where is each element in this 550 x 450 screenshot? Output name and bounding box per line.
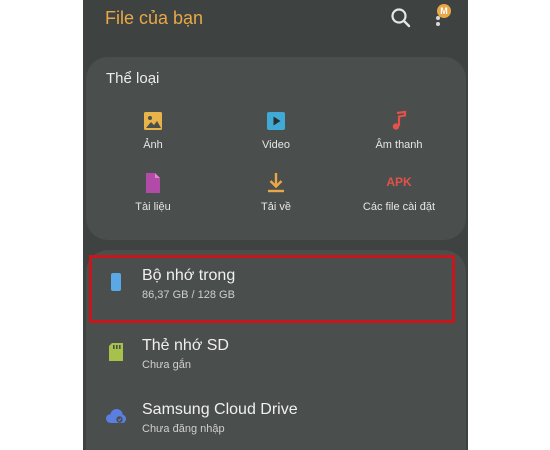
video-play-icon (267, 112, 285, 130)
category-label: Tài liệu (135, 201, 171, 213)
highlight-box (89, 255, 455, 323)
categories-card: Thể loại Ảnh Video Âm thanh Tài liệu Tải… (86, 57, 466, 240)
storage-sd-card[interactable]: Thẻ nhớ SD Chưa gắn (86, 320, 466, 380)
app-title: File của bạn (105, 8, 204, 28)
music-note-icon (392, 110, 407, 130)
storage-samsung-cloud[interactable]: Samsung Cloud Drive Chưa đăng nhập (86, 384, 466, 444)
category-label: Các file cài đặt (362, 201, 436, 213)
apk-icon: APK (386, 175, 412, 189)
search-icon (391, 8, 411, 28)
cloud-icon (106, 409, 126, 423)
file-manager-screen: File của bạn M Thể loại Ảnh Video Âm tha… (83, 0, 468, 450)
download-icon (268, 173, 284, 193)
category-video[interactable]: Video (216, 109, 336, 165)
sd-card-icon (109, 343, 123, 361)
storage-detail: Chưa gắn (142, 359, 191, 371)
storage-name: Samsung Cloud Drive (142, 401, 298, 418)
image-icon (144, 112, 162, 130)
category-audio[interactable]: Âm thanh (339, 109, 459, 165)
storage-name: Thẻ nhớ SD (142, 337, 229, 354)
category-label: Video (262, 139, 290, 151)
category-downloads[interactable]: Tải về (216, 171, 336, 227)
category-label: Ảnh (143, 139, 163, 151)
document-icon (146, 173, 160, 193)
notification-badge: M (437, 4, 451, 18)
search-button[interactable] (390, 6, 412, 30)
category-label: Tải về (261, 201, 291, 213)
category-label: Âm thanh (375, 139, 423, 151)
category-images[interactable]: Ảnh (93, 109, 213, 165)
category-documents[interactable]: Tài liệu (93, 171, 213, 227)
category-apk[interactable]: APK Các file cài đặt (339, 171, 459, 227)
storage-detail: Chưa đăng nhập (142, 423, 225, 435)
app-header: File của bạn M (83, 0, 468, 40)
categories-heading: Thể loại (106, 70, 160, 87)
more-options-button[interactable]: M (431, 4, 451, 32)
